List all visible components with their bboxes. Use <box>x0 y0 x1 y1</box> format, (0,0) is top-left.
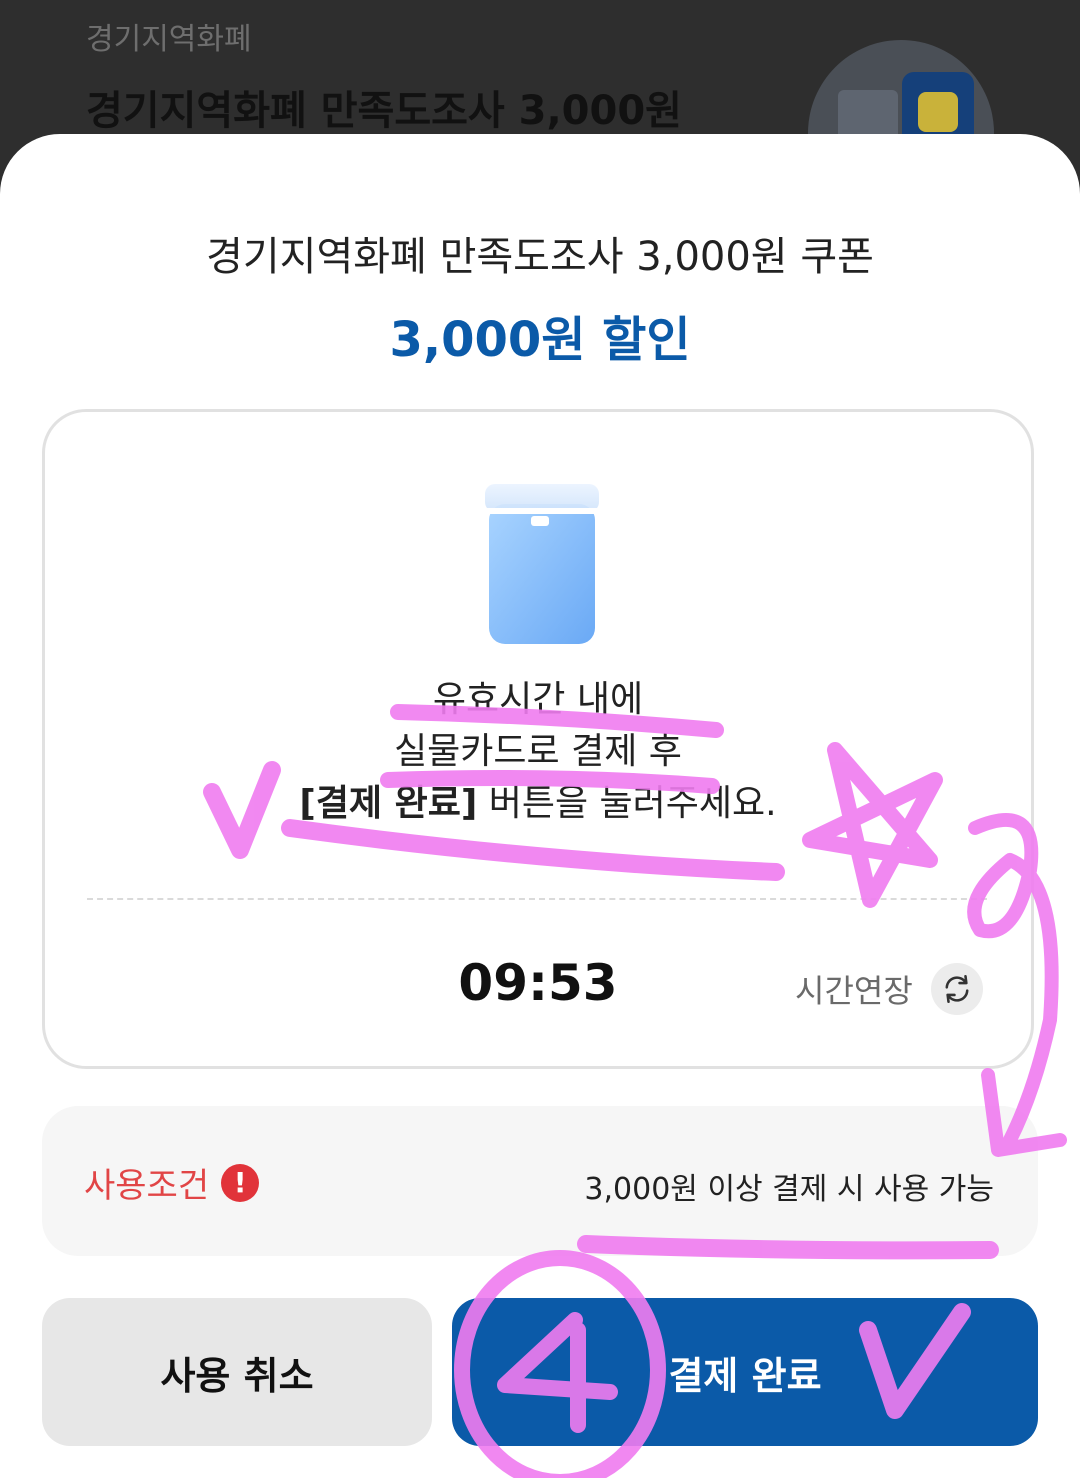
payment-complete-button[interactable]: 결제 완료 <box>452 1298 1038 1446</box>
refresh-icon[interactable] <box>930 963 983 1015</box>
usage-instruction: 유효시간 내에 실물카드로 결제 후 [결제 완료] 버튼을 눌러주세요. <box>45 674 1031 830</box>
card-icon <box>475 484 609 644</box>
background-category-label: 경기지역화폐 <box>86 22 252 57</box>
instruction-line-2: 실물카드로 결제 후 <box>394 731 682 772</box>
usage-condition-box: 사용조건 ! 3,000원 이상 결제 시 사용 가능 <box>42 1106 1038 1256</box>
instruction-button-name: [결제 완료] <box>299 783 478 824</box>
countdown-timer: 09:53 <box>458 954 618 1012</box>
coupon-usage-panel: 유효시간 내에 실물카드로 결제 후 [결제 완료] 버튼을 눌러주세요. 09… <box>42 409 1034 1069</box>
coupon-bottom-sheet: 경기지역화폐 만족도조사 3,000원 쿠폰 3,000원 할인 유효시간 내에… <box>0 134 1080 1478</box>
instruction-line-3: [결제 완료] 버튼을 눌러주세요. <box>45 778 1031 830</box>
extend-time-button[interactable]: 시간연장 <box>795 962 983 1016</box>
cancel-use-button[interactable]: 사용 취소 <box>42 1298 432 1446</box>
discount-amount: 3,000원 할인 <box>389 312 691 368</box>
alert-icon[interactable]: ! <box>221 1163 260 1202</box>
thumbnail-logo <box>918 92 958 132</box>
instruction-line-1: 유효시간 내에 <box>432 679 644 720</box>
extend-time-label[interactable]: 시간연장 <box>795 966 913 1012</box>
divider <box>87 898 987 900</box>
condition-label-group: 사용조건 ! <box>84 1158 260 1207</box>
instruction-line-3-rest: 버튼을 눌러주세요. <box>477 783 777 824</box>
coupon-title: 경기지역화폐 만족도조사 3,000원 쿠폰 <box>206 234 874 280</box>
background-coupon-title: 경기지역화폐 만족도조사 3,000원 <box>86 88 682 134</box>
condition-text: 3,000원 이상 결제 시 사용 가능 <box>584 1172 994 1207</box>
condition-label: 사용조건 <box>84 1166 210 1206</box>
